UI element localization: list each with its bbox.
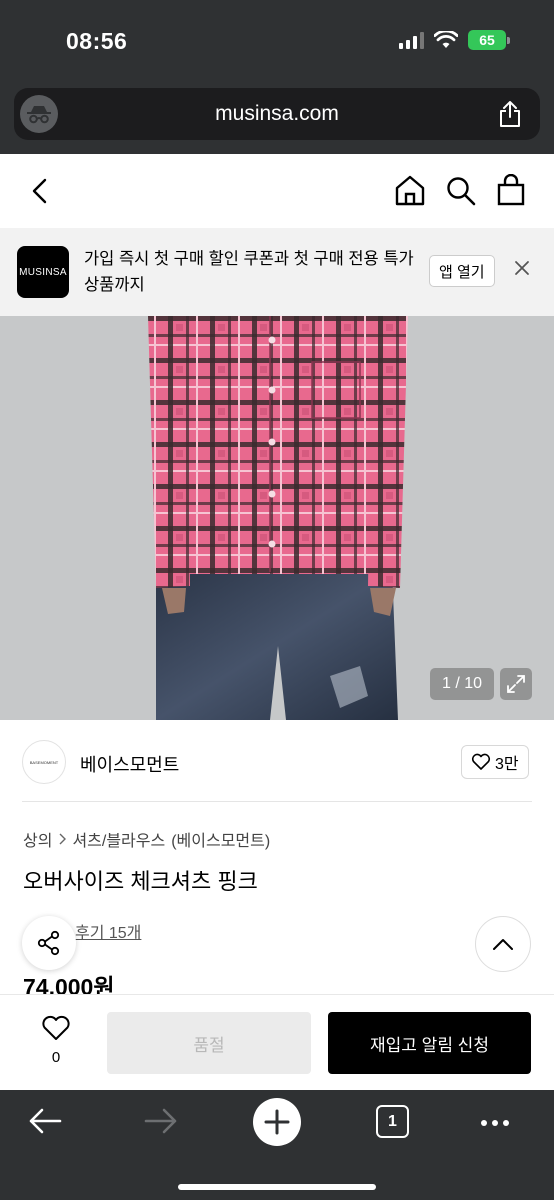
expand-icon[interactable] (500, 668, 532, 700)
breadcrumb: 상의 셔츠/블라우스 (베이스모먼트) (23, 827, 270, 851)
forward-arrow-icon[interactable] (144, 1106, 178, 1141)
url-bar[interactable]: musinsa.com (14, 88, 540, 140)
chevron-up-icon (493, 939, 513, 950)
battery-icon: 65 (468, 30, 510, 50)
breadcrumb-item[interactable]: 상의 (23, 827, 52, 851)
tabs-button[interactable]: 1 (376, 1105, 409, 1138)
banner-message: 가입 즉시 첫 구매 할인 쿠폰과 첫 구매 전용 특가 상품까지 (84, 250, 414, 294)
wishlist-button[interactable]: 0 (28, 1015, 84, 1066)
more-icon[interactable] (481, 1120, 509, 1126)
app-download-banner: MUSINSA 가입 즉시 첫 구매 할인 쿠폰과 첫 구매 전용 특가 상품까… (0, 228, 554, 316)
restock-alert-button[interactable]: 재입고 알림 신청 (328, 1012, 531, 1074)
search-icon[interactable] (445, 175, 477, 212)
app-header (0, 154, 554, 228)
share-icon[interactable] (498, 100, 522, 133)
close-icon[interactable] (514, 260, 530, 281)
brand-like-count: 3만 (495, 756, 519, 773)
back-arrow-icon[interactable] (28, 1106, 62, 1141)
home-icon[interactable] (394, 174, 426, 211)
cellular-signal-icon (399, 31, 424, 49)
product-photo (148, 316, 408, 720)
purchase-bar: 0 품절 재입고 알림 신청 (0, 994, 554, 1090)
brand-row: BASEMOMENT 베이스모먼트 3만 (0, 720, 554, 802)
divider (22, 801, 532, 802)
brand-logo[interactable]: BASEMOMENT (22, 740, 66, 784)
shopping-bag-icon[interactable] (496, 173, 526, 211)
open-app-button[interactable]: 앱 열기 (429, 255, 495, 287)
share-nodes-icon (37, 930, 60, 956)
share-floating-button[interactable] (22, 916, 76, 970)
url-text: musinsa.com (215, 102, 339, 125)
review-link[interactable]: 후기 15개 (75, 925, 141, 942)
plus-icon (264, 1109, 290, 1135)
status-icons: 65 (399, 30, 510, 50)
status-time: 08:56 (66, 28, 128, 54)
brand-like-button[interactable]: 3만 (461, 745, 529, 779)
back-chevron-icon[interactable] (30, 178, 50, 209)
heart-icon (471, 753, 491, 770)
scroll-to-top-button[interactable] (475, 916, 531, 972)
product-image[interactable]: 1 / 10 (0, 316, 554, 720)
wifi-icon (434, 31, 458, 48)
breadcrumb-item[interactable]: 셔츠/블라우스 (72, 827, 165, 851)
heart-icon (42, 1015, 70, 1040)
image-counter: 1 / 10 (429, 668, 494, 700)
brand-name[interactable]: 베이스모먼트 (80, 751, 179, 777)
breadcrumb-brand: (베이스모먼트) (171, 833, 271, 850)
chevron-right-icon (59, 833, 67, 845)
browser-top-chrome: 08:56 65 musinsa.com (0, 0, 554, 154)
battery-level: 65 (468, 30, 506, 50)
wishlist-count: 0 (51, 1049, 61, 1066)
home-indicator (178, 1184, 376, 1190)
musinsa-logo: MUSINSA (17, 246, 69, 298)
product-title: 오버사이즈 체크셔츠 핑크 (23, 869, 258, 894)
new-tab-button[interactable] (253, 1098, 301, 1146)
soldout-button: 품절 (107, 1012, 311, 1074)
